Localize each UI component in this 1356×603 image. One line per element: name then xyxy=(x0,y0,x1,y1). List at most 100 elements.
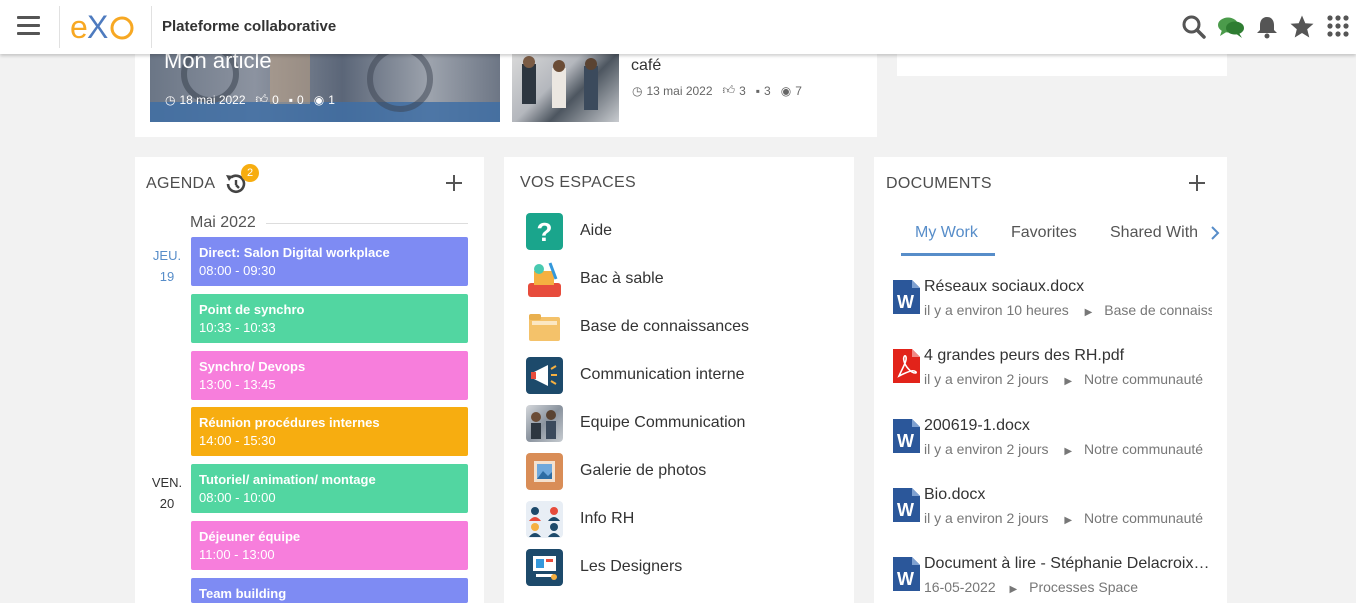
document-location: Notre communauté xyxy=(1084,371,1204,387)
news-meta-1: ◷ 18 mai 2022 👍︎ 0 ▪ 0 ◉ 1 xyxy=(165,92,335,107)
agenda-event[interactable]: Synchro/ Devops 13:00 - 13:45 xyxy=(191,351,468,400)
caret-right-icon: ▶ xyxy=(1064,515,1073,526)
agenda-event[interactable]: Déjeuner équipe 11:00 - 13:00 xyxy=(191,521,468,570)
document-meta: il y a environ 2 jours ▶ Notre communaut… xyxy=(924,441,1212,457)
eye-icon: ◉ xyxy=(780,83,792,98)
event-title: Réunion procédures internes xyxy=(199,415,380,430)
space-name: Les Designers xyxy=(580,558,683,575)
help-icon: ? xyxy=(526,213,563,250)
space-item[interactable]: Base de connaissances xyxy=(526,309,836,347)
event-title: Point de synchro xyxy=(199,302,305,317)
top-bar: eXo e X Plateforme collaborative xyxy=(0,0,1356,54)
document-name: Document à lire - Stéphanie Delacroix.do… xyxy=(924,555,1210,572)
space-item[interactable]: ? Aide xyxy=(526,213,836,251)
svg-text:e: e xyxy=(70,10,87,44)
clock-icon: ◷ xyxy=(165,92,176,107)
logo[interactable]: eXo e X xyxy=(70,9,142,50)
agenda-event[interactable]: Point de synchro 10:33 - 10:33 xyxy=(191,294,468,343)
add-document-plus-icon[interactable] xyxy=(1188,174,1206,192)
document-meta: il y a environ 2 jours ▶ Notre communaut… xyxy=(924,510,1212,526)
news-likes: 0 xyxy=(272,92,279,107)
news-title-2[interactable]: café xyxy=(631,57,661,75)
add-event-plus-icon[interactable] xyxy=(445,174,463,192)
document-name: 4 grandes peurs des RH.pdf xyxy=(924,347,1125,364)
comment-icon: ▪ xyxy=(755,83,761,98)
tab-my-work[interactable]: My Work xyxy=(915,224,978,242)
document-item[interactable]: 4 grandes peurs des RH.pdf il y a enviro… xyxy=(893,347,1213,407)
event-title: Direct: Salon Digital workplace xyxy=(199,245,390,260)
agenda-badge: 2 xyxy=(241,164,259,182)
document-name: Réseaux sociaux.docx xyxy=(924,278,1085,295)
month-divider xyxy=(266,223,468,224)
space-name: Aide xyxy=(580,222,613,239)
tab-shared-with[interactable]: Shared With xyxy=(1110,224,1198,242)
word-file-icon: W xyxy=(893,419,920,453)
hr-people-icon xyxy=(526,501,563,538)
folder-icon xyxy=(526,309,563,346)
sandbox-icon xyxy=(526,261,563,298)
document-meta: il y a environ 2 jours ▶ Notre communaut… xyxy=(924,371,1212,387)
news-image-2[interactable] xyxy=(512,54,619,122)
space-item[interactable]: Communication interne xyxy=(526,357,836,395)
document-item[interactable]: W Réseaux sociaux.docx il y a environ 10… xyxy=(893,278,1213,338)
event-title: Tutoriel/ animation/ montage xyxy=(199,472,376,487)
favorites-star-icon[interactable] xyxy=(1289,14,1315,40)
word-file-icon: W xyxy=(893,280,920,314)
agenda-title: AGENDA xyxy=(146,175,216,192)
space-item[interactable]: Equipe Communication xyxy=(526,405,836,443)
document-location: Notre communauté xyxy=(1084,510,1204,526)
space-item[interactable]: Les Designers xyxy=(526,549,836,587)
document-name: Bio.docx xyxy=(924,486,986,503)
space-item[interactable]: Bac à sable xyxy=(526,261,836,299)
news-comments: 0 xyxy=(297,92,304,107)
apps-grid-icon[interactable] xyxy=(1326,14,1352,40)
day-number: 20 xyxy=(159,496,175,511)
document-time: il y a environ 2 jours xyxy=(924,371,1049,387)
day-number: 19 xyxy=(159,269,175,284)
day-name: VEN. xyxy=(151,475,183,490)
designers-icon xyxy=(526,549,563,586)
eye-icon: ◉ xyxy=(313,92,325,107)
team-photo-icon xyxy=(526,405,563,442)
document-time: il y a environ 2 jours xyxy=(924,441,1049,457)
event-time: 10:33 - 10:33 xyxy=(199,320,276,335)
document-item[interactable]: W 200619-1.docx il y a environ 2 jours ▶… xyxy=(893,417,1213,477)
like-icon: 👍︎ xyxy=(722,83,736,97)
news-views: 1 xyxy=(328,92,335,107)
event-time: 11:00 - 13:00 xyxy=(199,547,275,562)
hamburger-menu-icon[interactable] xyxy=(17,16,40,36)
document-item[interactable]: W Document à lire - Stéphanie Delacroix.… xyxy=(893,555,1213,603)
day-label: JEU. 19 xyxy=(147,245,187,287)
agenda-event[interactable]: Réunion procédures internes 14:00 - 15:3… xyxy=(191,407,468,456)
tab-favorites[interactable]: Favorites xyxy=(1011,224,1077,242)
notifications-bell-icon[interactable] xyxy=(1254,14,1280,40)
svg-text:W: W xyxy=(897,569,914,589)
agenda-month: Mai 2022 xyxy=(190,214,256,231)
divider xyxy=(151,6,152,48)
agenda-event[interactable]: Team building xyxy=(191,578,468,603)
svg-text:W: W xyxy=(897,500,914,520)
chevron-right-icon[interactable] xyxy=(1209,225,1221,241)
search-icon[interactable] xyxy=(1181,14,1207,40)
megaphone-icon xyxy=(526,357,563,394)
space-item[interactable]: Info RH xyxy=(526,501,836,539)
agenda-event[interactable]: Direct: Salon Digital workplace 08:00 - … xyxy=(191,237,468,286)
clock-icon: ◷ xyxy=(632,83,643,98)
svg-text:X: X xyxy=(87,10,108,44)
space-item[interactable]: Galerie de photos xyxy=(526,453,836,491)
space-name: Communication interne xyxy=(580,366,745,383)
document-item[interactable]: W Bio.docx il y a environ 2 jours ▶ Notr… xyxy=(893,486,1213,546)
space-name: Info RH xyxy=(580,510,635,527)
event-time: 08:00 - 09:30 xyxy=(199,263,276,278)
word-file-icon: W xyxy=(893,557,920,591)
word-file-icon: W xyxy=(893,488,920,522)
svg-text:?: ? xyxy=(537,217,553,247)
space-name: Galerie de photos xyxy=(580,462,707,479)
caret-right-icon: ▶ xyxy=(1064,446,1073,457)
caret-right-icon: ▶ xyxy=(1084,307,1093,318)
chat-icon[interactable] xyxy=(1217,14,1244,40)
active-tab-indicator xyxy=(901,253,995,256)
like-icon: 👍︎ xyxy=(255,92,269,106)
pdf-file-icon xyxy=(893,349,920,383)
agenda-event[interactable]: Tutoriel/ animation/ montage 08:00 - 10:… xyxy=(191,464,468,513)
